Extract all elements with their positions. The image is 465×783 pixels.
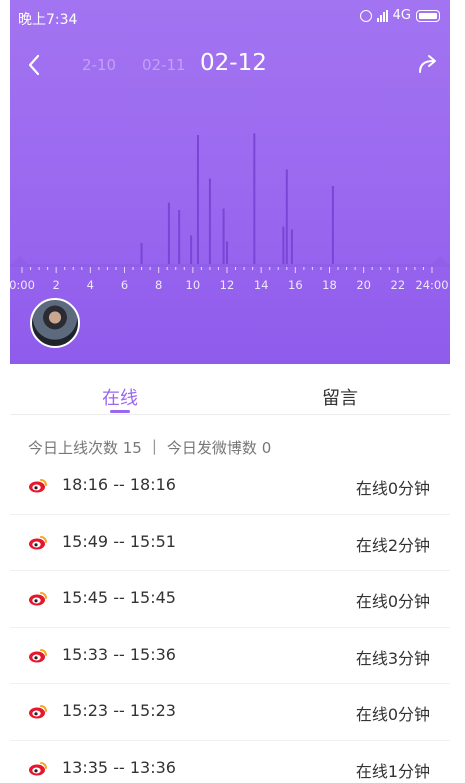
x-tick-label: 24:00: [415, 278, 448, 292]
x-tick-label: 18: [322, 278, 337, 292]
chart-bar: [208, 178, 211, 264]
x-tick-label: 20: [356, 278, 371, 292]
session-time-range: 15:45 -- 15:45: [62, 588, 176, 607]
x-tick-label: 2: [53, 278, 60, 292]
online-count-text: 今日上线次数 15: [28, 439, 142, 457]
session-row[interactable]: 15:33 -- 15:36 在线3分钟: [10, 628, 450, 684]
battery-icon: [416, 9, 440, 22]
app-screen: 晚上7:34 4G 2-10 02-11 02-12 0:00 2 4 6 8 …: [10, 0, 450, 783]
chart-bar: [167, 202, 170, 264]
session-duration: 在线1分钟: [355, 761, 430, 781]
share-arrow-icon[interactable]: [416, 52, 440, 76]
date-tab-prev-1[interactable]: 02-11: [142, 56, 186, 74]
header-panel: 晚上7:34 4G 2-10 02-11 02-12 0:00 2 4 6 8 …: [10, 0, 450, 364]
x-tick-label: 22: [391, 278, 406, 292]
chart-bar: [282, 226, 285, 264]
session-row[interactable]: 18:16 -- 18:16 在线0分钟: [10, 458, 450, 515]
chart-bar: [253, 133, 256, 264]
session-duration: 在线0分钟: [355, 479, 430, 498]
weibo-icon: [29, 648, 47, 662]
weibo-icon: [29, 705, 47, 719]
summary-separator: |: [151, 437, 157, 455]
online-activity-chart: 0:00 2 4 6 8 10 12 14 16 18 20 22 24:00: [10, 133, 450, 292]
alarm-icon: [359, 9, 372, 22]
tab-bar: 在线 留言: [10, 364, 450, 415]
session-duration: 在线0分钟: [355, 592, 430, 611]
x-tick-label: 8: [155, 278, 162, 292]
session-row[interactable]: 15:49 -- 15:51 在线2分钟: [10, 515, 450, 571]
chart-bar: [226, 241, 228, 264]
chart-bar: [285, 169, 288, 264]
session-row[interactable]: 15:23 -- 15:23 在线0分钟: [10, 684, 450, 741]
date-nav: 2-10 02-11 02-12: [10, 44, 450, 88]
x-tick-label: 6: [121, 278, 128, 292]
session-list: 18:16 -- 18:16 在线0分钟 15:49 -- 15:51 在线2分钟 15…: [10, 458, 450, 783]
x-tick-label: 10: [186, 278, 201, 292]
chart-bar: [178, 210, 181, 264]
x-tick-label: 0:00: [10, 278, 35, 292]
x-tick-label: 4: [87, 278, 94, 292]
tab-message[interactable]: 留言: [322, 384, 358, 410]
session-time-range: 13:35 -- 13:36: [62, 757, 176, 777]
chart-bar: [140, 243, 143, 264]
x-tick-label: 14: [254, 278, 269, 292]
session-duration: 在线0分钟: [355, 705, 430, 724]
tab-online[interactable]: 在线: [102, 384, 138, 410]
weibo-icon: [29, 479, 47, 493]
status-icons: 4G: [359, 8, 440, 23]
status-time: 晚上7:34: [18, 12, 78, 28]
session-duration: 在线3分钟: [355, 648, 430, 668]
date-tab-current[interactable]: 02-12: [200, 50, 267, 76]
session-row[interactable]: 13:35 -- 13:36 在线1分钟: [10, 741, 450, 783]
session-row[interactable]: 15:45 -- 15:45 在线0分钟: [10, 571, 450, 628]
session-time-range: 18:16 -- 18:16: [62, 475, 176, 494]
signal-icon: [376, 9, 388, 22]
status-bar: 晚上7:34 4G: [10, 0, 450, 36]
network-type: 4G: [392, 8, 411, 23]
chart-bar: [222, 208, 225, 264]
date-tab-prev-2[interactable]: 2-10: [82, 56, 116, 74]
chart-baseline: [10, 264, 450, 267]
chart-bar: [290, 229, 293, 264]
session-time-range: 15:33 -- 15:36: [62, 644, 176, 664]
session-duration: 在线2分钟: [355, 535, 430, 555]
weibo-icon: [29, 535, 47, 549]
chart-bar: [190, 235, 193, 264]
chart-bar: [196, 135, 199, 264]
x-tick-label: 16: [288, 278, 303, 292]
avatar[interactable]: [30, 298, 80, 348]
weibo-icon: [29, 592, 47, 606]
daily-summary: 今日上线次数 15 | 今日发微博数 0: [28, 437, 271, 458]
chart-bar: [331, 186, 334, 264]
x-tick-label: 12: [220, 278, 235, 292]
post-count-text: 今日发微博数 0: [166, 439, 272, 457]
session-time-range: 15:23 -- 15:23: [62, 701, 176, 720]
chevron-left-icon[interactable]: [22, 50, 46, 80]
session-time-range: 15:49 -- 15:51: [62, 531, 176, 551]
weibo-icon: [29, 761, 47, 775]
active-tab-indicator: [110, 410, 130, 413]
